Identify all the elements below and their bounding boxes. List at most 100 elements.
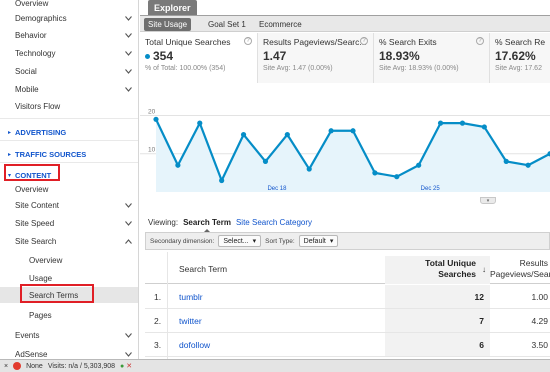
col-total-unique-searches[interactable]: Total Unique Searches ↓ <box>385 256 490 284</box>
data-point[interactable] <box>525 162 531 168</box>
data-point[interactable] <box>153 116 159 122</box>
data-point[interactable] <box>175 162 181 168</box>
row-term-link[interactable]: twitter <box>179 316 202 326</box>
row-index: 1. <box>154 292 162 302</box>
table-header: Search Term Total Unique Searches ↓ Resu… <box>145 252 550 284</box>
main-panel: Explorer Site Usage Goal Set 1 Ecommerce… <box>140 0 550 359</box>
data-point[interactable] <box>481 124 487 130</box>
row-index: 3. <box>154 340 162 350</box>
viewing-site-search-category[interactable]: Site Search Category <box>236 218 312 227</box>
col-results-pageviews[interactable]: Results Pageviews/Search <box>490 256 550 280</box>
row-total-unique: 7 <box>385 309 490 332</box>
sort-type-label: Sort Type: <box>265 237 295 245</box>
sidebar-item-technology[interactable]: Technology <box>0 45 138 61</box>
data-point[interactable] <box>437 120 444 126</box>
sidebar-divider <box>0 140 138 141</box>
metric-sub: Site Avg: 1.47 (0.00%) <box>263 65 333 72</box>
metric-value-text: 354 <box>153 49 174 63</box>
subtab-goal-set-1[interactable]: Goal Set 1 <box>204 18 250 31</box>
row-term-link[interactable]: tumblr <box>179 292 203 302</box>
metric-value: 1.47 <box>263 49 287 63</box>
subtab-ecommerce[interactable]: Ecommerce <box>255 18 306 31</box>
sidebar-item-label: Behavior <box>15 30 47 40</box>
metric-label: % Search Exits <box>379 37 437 47</box>
data-point[interactable] <box>197 120 203 126</box>
col-tus-line2: Searches <box>438 269 476 279</box>
sidebar-item-advertising[interactable]: ▸ ADVERTISING <box>0 124 138 140</box>
sidebar-item-site-speed[interactable]: Site Speed <box>0 215 138 231</box>
series-dot-icon <box>145 53 150 59</box>
data-point[interactable] <box>284 132 290 138</box>
col-tus-line1: Total Unique <box>425 258 476 268</box>
sidebar-item-visitors-flow[interactable]: Visitors Flow <box>0 98 138 114</box>
sidebar-item-traffic-sources[interactable]: ▸ TRAFFIC SOURCES <box>0 146 138 162</box>
help-icon[interactable]: ? <box>360 37 368 45</box>
secondary-dimension-label: Secondary dimension: <box>150 237 215 245</box>
chevron-down-icon <box>124 49 132 57</box>
sidebar-item-label: Visitors Flow <box>15 101 61 111</box>
explorer-tab[interactable]: Explorer <box>148 0 197 15</box>
row-results-pageviews: 4.29 <box>531 316 548 326</box>
data-point[interactable] <box>416 162 422 168</box>
data-point[interactable] <box>262 158 269 164</box>
data-point[interactable] <box>219 177 225 184</box>
table-row: 2. twitter 7 4.29 <box>145 309 550 333</box>
metric-value: 18.93% <box>379 49 420 63</box>
sidebar-item-mobile[interactable]: Mobile <box>0 81 138 97</box>
chevron-down-icon <box>124 14 132 22</box>
sidebar-item-pages[interactable]: Pages <box>0 307 138 323</box>
line-chart: 20 10 Dec 18 Dec 25 <box>140 108 550 192</box>
data-point[interactable] <box>503 158 509 164</box>
sidebar-item-label: Overview <box>15 0 49 8</box>
subtabs-bar: Site Usage Goal Set 1 Ecommerce <box>140 15 550 32</box>
row-index: 2. <box>154 316 162 326</box>
chevron-down-icon <box>124 331 132 339</box>
data-point[interactable] <box>394 174 400 180</box>
sidebar-item-social[interactable]: Social <box>0 63 138 79</box>
status-none: None <box>26 362 43 370</box>
data-point[interactable] <box>350 128 356 134</box>
sidebar-item-overview[interactable]: Overview <box>0 252 138 268</box>
metric-search-refinements[interactable]: % Search Re 17.62% Site Avg: 17.62 <box>490 33 550 83</box>
secondary-dimension-select[interactable]: Select... ▾ <box>218 235 262 247</box>
viewing-row: Viewing: Search Term Site Search Categor… <box>148 218 312 232</box>
chevron-down-icon <box>124 67 132 75</box>
sidebar-item-overview[interactable]: Overview <box>0 181 138 197</box>
sort-type-select[interactable]: Default ▾ <box>298 235 339 247</box>
sidebar-item-label: TRAFFIC SOURCES <box>15 149 87 159</box>
help-icon[interactable]: ? <box>476 37 484 45</box>
data-point[interactable] <box>306 166 312 172</box>
sidebar-item-site-search[interactable]: Site Search <box>0 233 138 249</box>
addon-icons[interactable]: ● ✕ <box>120 362 132 370</box>
metric-sub: Site Avg: 17.62 <box>495 65 542 72</box>
status-visits: Visits: n/a / 5,303,908 <box>47 362 116 370</box>
row-total-unique: 12 <box>385 285 490 308</box>
data-point[interactable] <box>459 120 466 126</box>
sidebar-item-label: Site Search <box>15 236 57 246</box>
collapsed-triangle-icon: ▸ <box>8 151 12 158</box>
col-rpv-line1: Results <box>519 258 548 268</box>
data-point[interactable] <box>240 132 247 138</box>
help-icon[interactable]: ? <box>244 37 252 45</box>
chevron-down-icon <box>124 85 132 93</box>
close-icon[interactable]: × <box>4 363 8 370</box>
sidebar-item-adsense[interactable]: AdSense <box>0 346 138 359</box>
sidebar-item-site-content[interactable]: Site Content <box>0 197 138 213</box>
viewing-search-term[interactable]: Search Term <box>183 218 231 232</box>
col-search-term[interactable]: Search Term <box>179 264 227 274</box>
metric-label: Results Pageviews/Searc... <box>263 37 367 47</box>
metric-results-pageviews[interactable]: Results Pageviews/Searc... 1.47 Site Avg… <box>258 33 374 83</box>
metric-total-unique-searches[interactable]: Total Unique Searches 354 % of Total: 10… <box>140 33 258 83</box>
row-term-link[interactable]: dofollow <box>179 340 210 350</box>
data-point[interactable] <box>328 128 334 134</box>
table-row: 1. tumblr 12 1.00 <box>145 285 550 309</box>
metric-search-exits[interactable]: % Search Exits 18.93% Site Avg: 18.93% (… <box>374 33 490 83</box>
sidebar-item-events[interactable]: Events <box>0 327 138 343</box>
sidebar-item-label: AdSense <box>15 349 48 359</box>
sidebar-item-behavior[interactable]: Behavior <box>0 27 138 43</box>
data-point[interactable] <box>372 170 378 176</box>
sidebar-item-demographics[interactable]: Demographics <box>0 10 138 26</box>
subtab-site-usage[interactable]: Site Usage <box>144 18 192 31</box>
chart-collapse-handle[interactable]: ▾ <box>480 197 496 204</box>
sort-desc-icon: ↓ <box>482 265 486 274</box>
